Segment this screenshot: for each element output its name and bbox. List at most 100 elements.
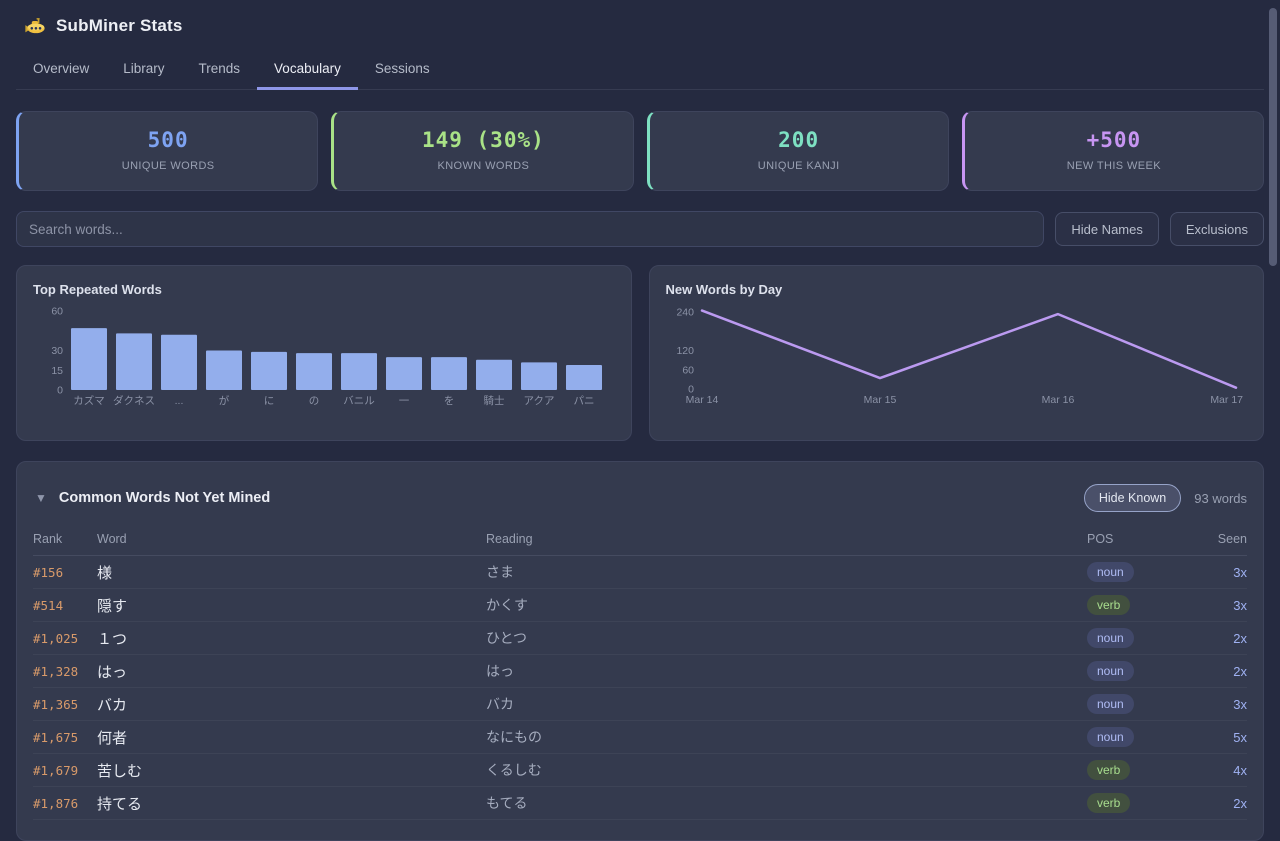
cell-rank: #1,876 <box>33 796 97 811</box>
tab-trends[interactable]: Trends <box>182 49 258 90</box>
cell-pos: verb <box>1087 793 1191 813</box>
cell-seen: 2x <box>1191 631 1247 646</box>
pos-badge: verb <box>1087 760 1130 780</box>
svg-text:...: ... <box>175 395 184 407</box>
svg-text:Mar 16: Mar 16 <box>1041 394 1074 406</box>
tab-vocabulary[interactable]: Vocabulary <box>257 49 358 90</box>
column-header-word: Word <box>97 532 486 546</box>
cell-seen: 3x <box>1191 598 1247 613</box>
column-header-pos: POS <box>1087 532 1191 546</box>
stat-card-unique-words: 500 UNIQUE WORDS <box>16 111 318 191</box>
line-chart-title: New Words by Day <box>666 282 1248 297</box>
stats-row: 500 UNIQUE WORDS 149 (30%) KNOWN WORDS 2… <box>16 111 1264 191</box>
page: SubMiner Stats OverviewLibraryTrendsVoca… <box>0 0 1280 841</box>
line-chart-card: New Words by Day 060120240Mar 14Mar 15Ma… <box>649 265 1265 441</box>
table-row[interactable]: #1,328 はっ はっ noun 2x <box>33 655 1247 688</box>
svg-text:Mar 14: Mar 14 <box>685 394 718 406</box>
svg-text:ダクネス: ダクネス <box>113 394 155 407</box>
table-row[interactable]: #514 隠す かくす verb 3x <box>33 589 1247 622</box>
cell-reading: さま <box>486 562 1087 582</box>
stat-card-unique-kanji: 200 UNIQUE KANJI <box>647 111 949 191</box>
collapse-icon[interactable]: ▼ <box>33 491 49 505</box>
table-row[interactable]: #1,025 １つ ひとつ noun 2x <box>33 622 1247 655</box>
cell-seen: 4x <box>1191 763 1247 778</box>
tab-bar: OverviewLibraryTrendsVocabularySessions <box>16 49 1264 90</box>
table-row[interactable]: #1,679 苦しむ くるしむ verb 4x <box>33 754 1247 787</box>
table-row[interactable]: #1,876 持てる もてる verb 2x <box>33 787 1247 820</box>
pos-badge: noun <box>1087 727 1134 747</box>
svg-text:が: が <box>219 394 230 407</box>
charts-row: Top Repeated Words 0153060カズマダクネス...がにのバ… <box>16 265 1264 441</box>
words-table-card: ▼ Common Words Not Yet Mined Hide Known … <box>16 461 1264 841</box>
bar-chart: 0153060カズマダクネス...がにのバニル一を騎士アクアパニ <box>33 301 611 419</box>
cell-pos: noun <box>1087 562 1191 582</box>
cell-word: １つ <box>97 628 486 649</box>
tab-overview[interactable]: Overview <box>16 49 106 90</box>
submarine-icon <box>24 15 46 37</box>
svg-text:Mar 15: Mar 15 <box>863 394 896 406</box>
cell-pos: verb <box>1087 760 1191 780</box>
hide-names-button[interactable]: Hide Names <box>1055 212 1159 246</box>
cell-seen: 2x <box>1191 664 1247 679</box>
tab-library[interactable]: Library <box>106 49 181 90</box>
search-input[interactable] <box>16 211 1044 247</box>
cell-word: バカ <box>97 694 486 715</box>
table-title: Common Words Not Yet Mined <box>59 490 270 506</box>
cell-rank: #1,328 <box>33 664 97 679</box>
svg-text:アクア: アクア <box>524 395 555 407</box>
column-header-rank: Rank <box>33 532 97 546</box>
bar-chart-title: Top Repeated Words <box>33 282 615 297</box>
stat-card-known-words: 149 (30%) KNOWN WORDS <box>331 111 633 191</box>
search-row: Hide Names Exclusions <box>16 211 1264 247</box>
svg-text:騎士: 騎士 <box>484 394 505 407</box>
cell-pos: noun <box>1087 628 1191 648</box>
app-header: SubMiner Stats OverviewLibraryTrendsVoca… <box>16 0 1264 90</box>
table-row[interactable]: #156 様 さま noun 3x <box>33 556 1247 589</box>
pos-badge: noun <box>1087 694 1134 714</box>
cell-word: 様 <box>97 562 486 583</box>
svg-text:パニ: パニ <box>574 395 595 407</box>
stat-card-new-this-week: +500 NEW THIS WEEK <box>962 111 1264 191</box>
hide-known-button[interactable]: Hide Known <box>1084 484 1181 512</box>
svg-text:一: 一 <box>399 395 410 407</box>
exclusions-button[interactable]: Exclusions <box>1170 212 1264 246</box>
pos-badge: noun <box>1087 562 1134 582</box>
table-row[interactable]: #1,365 バカ バカ noun 3x <box>33 688 1247 721</box>
cell-pos: noun <box>1087 661 1191 681</box>
cell-reading: ひとつ <box>486 628 1087 648</box>
cell-seen: 2x <box>1191 796 1247 811</box>
cell-word: はっ <box>97 661 486 682</box>
svg-text:15: 15 <box>51 365 63 377</box>
stat-label: NEW THIS WEEK <box>975 160 1253 172</box>
svg-text:に: に <box>264 395 275 407</box>
cell-word: 何者 <box>97 727 486 748</box>
svg-text:240: 240 <box>676 307 694 319</box>
cell-word: 隠す <box>97 595 486 616</box>
word-count: 93 words <box>1194 491 1247 506</box>
column-headers: RankWordReadingPOSSeen <box>33 532 1247 556</box>
cell-rank: #1,025 <box>33 631 97 646</box>
table-row[interactable]: #1,675 何者 なにもの noun 5x <box>33 721 1247 754</box>
cell-word: 苦しむ <box>97 760 486 781</box>
svg-text:60: 60 <box>51 306 63 318</box>
pos-badge: verb <box>1087 793 1130 813</box>
tab-sessions[interactable]: Sessions <box>358 49 447 90</box>
stat-value: +500 <box>975 128 1253 152</box>
line-chart: 060120240Mar 14Mar 15Mar 16Mar 17 <box>666 301 1244 419</box>
bar-chart-card: Top Repeated Words 0153060カズマダクネス...がにのバ… <box>16 265 632 441</box>
cell-rank: #156 <box>33 565 97 580</box>
svg-text:30: 30 <box>51 345 63 357</box>
table-header: ▼ Common Words Not Yet Mined Hide Known … <box>33 478 1247 512</box>
cell-rank: #1,679 <box>33 763 97 778</box>
pos-badge: noun <box>1087 661 1134 681</box>
cell-rank: #1,365 <box>33 697 97 712</box>
svg-text:の: の <box>309 395 320 407</box>
stat-value: 200 <box>660 128 938 152</box>
cell-reading: バカ <box>486 694 1087 714</box>
svg-text:を: を <box>444 395 455 407</box>
scrollbar-thumb[interactable] <box>1269 8 1277 266</box>
cell-reading: もてる <box>486 793 1087 813</box>
column-header-seen: Seen <box>1191 532 1247 546</box>
stat-value: 149 (30%) <box>344 128 622 152</box>
svg-text:60: 60 <box>682 364 694 376</box>
